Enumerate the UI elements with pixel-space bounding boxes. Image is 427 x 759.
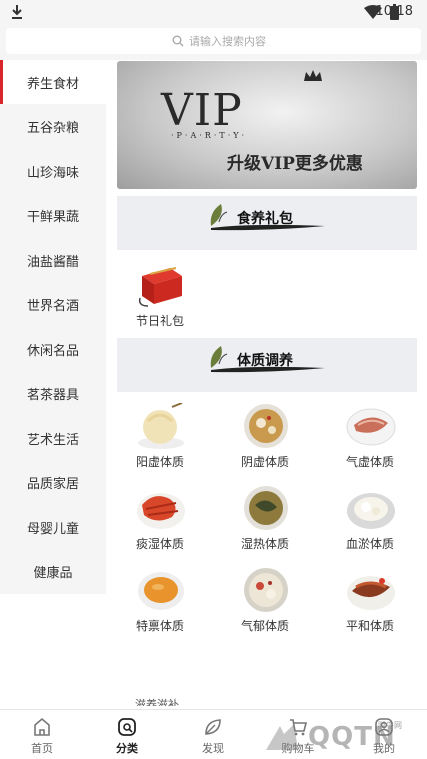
product-qi-deficiency[interactable]: 气虚体质 [320,403,420,483]
product-label: 阳虚体质 [135,455,184,469]
category-icon [118,718,136,736]
category-sidebar: 养生食材 五谷杂粮 山珍海味 干鲜果蔬 油盐酱醋 世界名酒 休闲名品 茗茶器具 … [0,60,106,594]
sidebar-item-label: 健康品 [33,565,73,581]
product-damp-heat[interactable]: 湿热体质 [215,485,315,565]
vip-logo-text: VIP [161,85,243,136]
sidebar-item-art-life[interactable]: 艺术生活 [0,416,106,460]
braised-fish-image [347,576,395,610]
product-blood-stasis[interactable]: 血淤体质 [320,485,420,565]
product-label: 平和体质 [345,619,394,633]
sidebar-item-health[interactable]: 健康品 [0,549,106,593]
section-title: 食养礼包 [237,211,293,227]
product-label: 血淤体质 [345,537,394,551]
home-icon [34,717,50,736]
sidebar-item-dried-produce[interactable]: 干鲜果蔬 [0,193,106,237]
download-icon [12,5,22,19]
sidebar-item-label: 母婴儿童 [26,521,79,537]
nav-label: 分类 [116,742,138,755]
gift-box-image [138,267,182,307]
sidebar-item-snacks[interactable]: 休闲名品 [0,327,106,371]
product-label: 气虚体质 [345,455,394,469]
leaf-icon [210,204,228,226]
product-label: 湿热体质 [240,537,289,551]
product-yang-deficiency[interactable]: 阳虚体质 [110,403,210,483]
clock-text: 10:18 [375,4,413,19]
sidebar-item-label: 干鲜果蔬 [26,209,79,225]
watermark-small-text: 腾牛网 [378,721,402,730]
leaf-icon [210,346,228,368]
product-festival-gift[interactable]: 节日礼包 [110,262,210,342]
leaf-icon [205,719,221,735]
product-balanced[interactable]: 平和体质 [320,567,420,647]
product-label: 痰湿体质 [135,537,184,551]
sidebar-item-label: 五谷杂粮 [26,120,79,136]
search-placeholder: 请输入搜索内容 [189,35,266,48]
sidebar-item-label: 世界名酒 [26,298,79,314]
sidebar-item-label: 品质家居 [26,476,79,492]
sidebar-item-label: 山珍海味 [26,165,79,181]
next-section-title-peek: 滋养滋补 [135,698,179,706]
clear-soup-image [244,568,288,612]
sidebar-item-delicacies[interactable]: 山珍海味 [0,149,106,193]
sliced-meat-image [346,408,396,446]
sidebar-item-grains[interactable]: 五谷杂粮 [0,104,106,148]
nav-home[interactable]: 首页 [12,710,72,759]
sidebar-item-label: 茗茶器具 [26,387,79,403]
product-phlegm-damp[interactable]: 痰湿体质 [110,485,210,565]
search-bar: 请输入搜索内容 [0,24,427,60]
crayfish-image [137,493,185,529]
product-label: 特禀体质 [135,619,184,633]
soup-bowl-image [244,404,288,448]
sidebar-item-health-food[interactable]: 养生食材 [0,60,106,104]
vip-banner[interactable]: VIP ·P·A·R·T·Y· 升级VIP更多优惠 [117,61,417,189]
product-yin-deficiency[interactable]: 阴虚体质 [215,403,315,483]
nav-discover[interactable]: 发现 [183,710,243,759]
sidebar-item-label: 油盐酱醋 [26,254,79,270]
product-special-constitution[interactable]: 特禀体质 [110,567,210,647]
search-icon [172,35,184,47]
product-qi-stagnation[interactable]: 气郁体质 [215,567,315,647]
crown-icon [304,70,322,81]
sidebar-item-world-wines[interactable]: 世界名酒 [0,282,106,326]
section-header-constitution: 体质调养 [117,338,417,392]
sidebar-item-tea-ware[interactable]: 茗茶器具 [0,371,106,415]
sidebar-item-home[interactable]: 品质家居 [0,460,106,504]
herbal-soup-image [244,486,288,530]
status-bar: 10:18 [0,0,427,24]
vip-slogan: 升级VIP更多优惠 [227,154,363,174]
pear-dessert-image [138,403,184,449]
sidebar-item-baby[interactable]: 母婴儿童 [0,505,106,549]
search-input[interactable]: 请输入搜索内容 [6,28,421,54]
product-label: 节日礼包 [135,314,184,328]
white-fungus-image [347,493,395,529]
nav-label: 发现 [202,742,224,755]
nav-label: 首页 [31,742,53,755]
watermark-logo-icon [266,724,298,750]
section-title: 体质调养 [237,353,293,369]
sidebar-item-condiments[interactable]: 油盐酱醋 [0,238,106,282]
watermark: QQTN 腾牛网 [260,718,425,758]
sidebar-item-label: 艺术生活 [26,432,79,448]
sidebar-item-label: 休闲名品 [26,343,79,359]
product-label: 阴虚体质 [240,455,289,469]
pumpkin-soup-image [138,572,184,610]
nav-category[interactable]: 分类 [97,710,157,759]
section-header-gift: 食养礼包 [117,196,417,250]
vip-party-text: ·P·A·R·T·Y· [171,131,248,140]
product-label: 气郁体质 [240,619,289,633]
sidebar-item-label: 养生食材 [26,76,79,92]
